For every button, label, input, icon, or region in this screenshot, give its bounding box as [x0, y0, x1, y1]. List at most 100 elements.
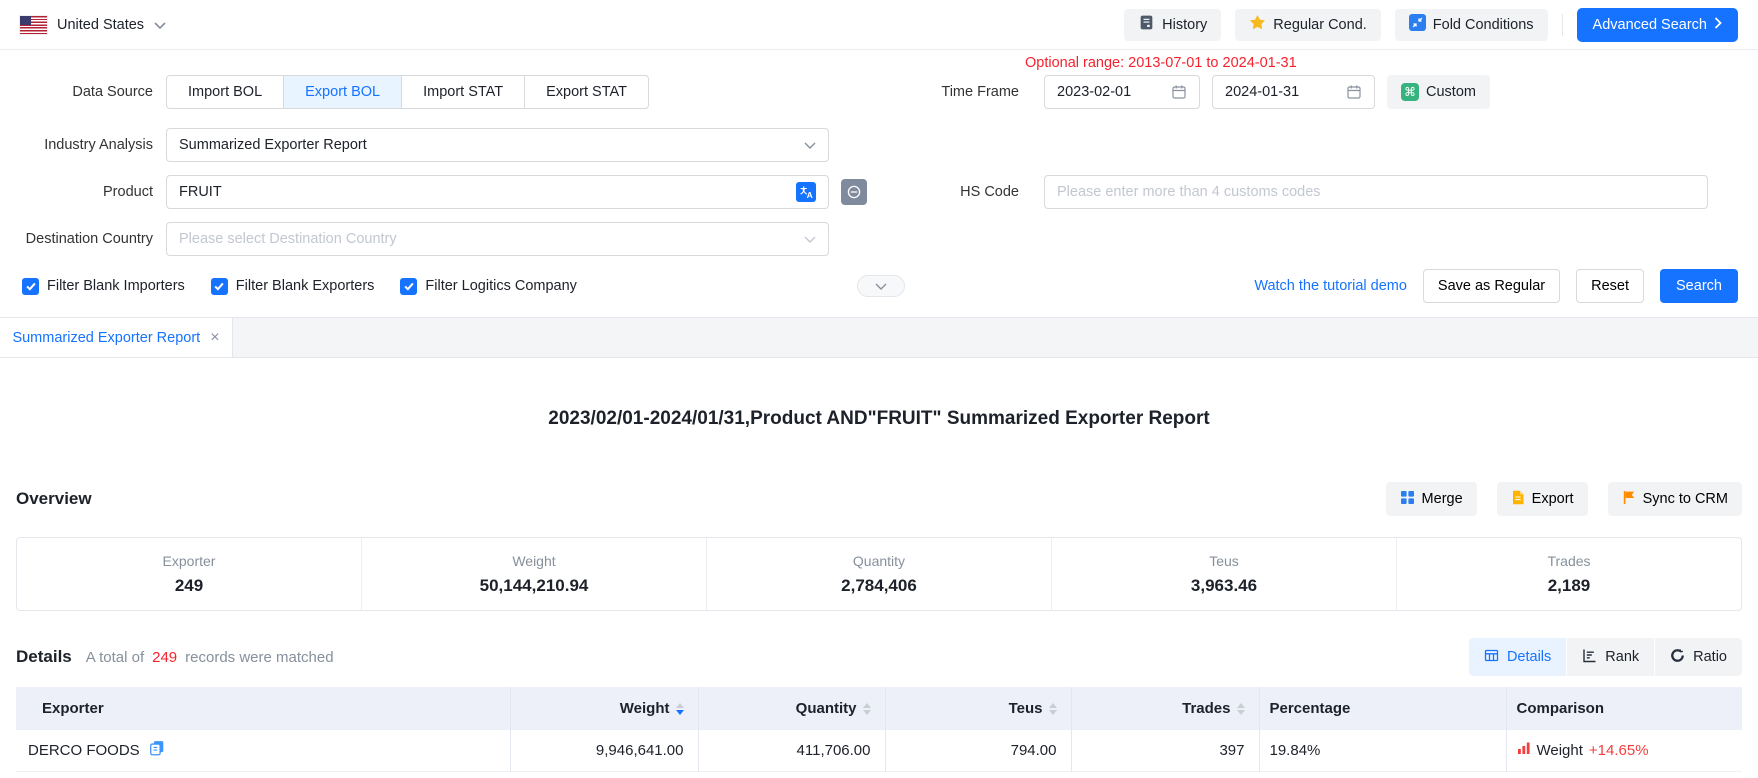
- stat-value: 2,784,406: [841, 576, 917, 596]
- export-button[interactable]: Export: [1497, 482, 1588, 516]
- filter-blank-exporters-checkbox[interactable]: Filter Blank Exporters: [211, 278, 375, 295]
- history-label: History: [1162, 17, 1207, 33]
- checkbox-checked-icon: [22, 278, 39, 295]
- stat-trades: Trades 2,189: [1397, 538, 1741, 610]
- calendar-icon[interactable]: [1171, 84, 1187, 100]
- custom-label: Custom: [1426, 84, 1476, 100]
- reset-button[interactable]: Reset: [1576, 269, 1644, 303]
- destination-country-placeholder: Please select Destination Country: [179, 231, 397, 247]
- tab-import-stat[interactable]: Import STAT: [401, 75, 525, 109]
- stat-label: Weight: [512, 553, 555, 569]
- merge-button[interactable]: Merge: [1386, 482, 1477, 516]
- details-table: Exporter Weight Quantity Teus: [16, 687, 1742, 772]
- stat-value: 2,189: [1548, 576, 1591, 596]
- chevron-down-icon: [154, 17, 166, 33]
- industry-analysis-select[interactable]: Summarized Exporter Report: [166, 128, 829, 162]
- column-header-percentage: Percentage: [1259, 687, 1506, 730]
- divider: [1562, 14, 1563, 36]
- teus-value: 794.00: [885, 730, 1071, 771]
- product-input[interactable]: A: [166, 175, 829, 209]
- industry-analysis-label: Industry Analysis: [0, 137, 166, 153]
- copy-icon[interactable]: [149, 740, 165, 760]
- tab-summarized-exporter-report[interactable]: Summarized Exporter Report ×: [0, 318, 233, 357]
- start-date-value[interactable]: [1057, 84, 1171, 100]
- country-selector[interactable]: United States: [20, 16, 166, 34]
- fold-icon: [1409, 14, 1426, 35]
- translate-icon[interactable]: A: [796, 182, 816, 202]
- optional-range-hint: Optional range: 2013-07-01 to 2024-01-31: [1025, 55, 1297, 71]
- custom-range-button[interactable]: ⌘ Custom: [1387, 75, 1490, 109]
- quantity-value: 411,706.00: [698, 730, 885, 771]
- comparison-change: +14.65%: [1589, 742, 1649, 759]
- save-as-regular-button[interactable]: Save as Regular: [1423, 269, 1560, 303]
- stat-teus: Teus 3,963.46: [1052, 538, 1397, 610]
- sort-carets-icon[interactable]: [1237, 703, 1245, 715]
- end-date-value[interactable]: [1225, 84, 1346, 100]
- star-icon: [1249, 14, 1266, 35]
- column-header-weight[interactable]: Weight: [510, 687, 698, 730]
- fold-conditions-button[interactable]: Fold Conditions: [1395, 9, 1548, 41]
- overview-stats-card: Exporter 249 Weight 50,144,210.94 Quanti…: [16, 537, 1742, 611]
- sort-carets-icon[interactable]: [863, 703, 871, 715]
- checkbox-checked-icon: [211, 278, 228, 295]
- sync-to-crm-button[interactable]: Sync to CRM: [1608, 482, 1742, 516]
- column-header-exporter: Exporter: [16, 687, 510, 730]
- column-header-teus[interactable]: Teus: [885, 687, 1071, 730]
- hs-code-input[interactable]: [1044, 175, 1708, 209]
- sort-carets-icon[interactable]: [676, 703, 684, 715]
- data-source-label: Data Source: [0, 84, 166, 100]
- history-button[interactable]: History: [1124, 9, 1221, 41]
- regular-cond-button[interactable]: Regular Cond.: [1235, 9, 1381, 41]
- topbar: United States History Regular Cond. Fold…: [0, 0, 1758, 50]
- column-header-trades[interactable]: Trades: [1071, 687, 1259, 730]
- tab-import-bol[interactable]: Import BOL: [166, 75, 284, 109]
- search-button[interactable]: Search: [1660, 269, 1738, 303]
- comparison-metric: Weight: [1537, 742, 1583, 759]
- product-options-icon[interactable]: [841, 179, 867, 205]
- advanced-search-label: Advanced Search: [1593, 17, 1707, 33]
- svg-text:A: A: [807, 190, 813, 200]
- report-title: 2023/02/01-2024/01/31,Product AND"FRUIT"…: [16, 408, 1742, 430]
- filter-label: Filter Blank Exporters: [236, 278, 375, 294]
- rank-list-icon: [1582, 648, 1597, 667]
- tab-export-stat[interactable]: Export STAT: [524, 75, 649, 109]
- view-ratio-label: Ratio: [1693, 649, 1727, 665]
- bar-chart-icon: [1517, 741, 1531, 759]
- view-rank-button[interactable]: Rank: [1566, 638, 1654, 676]
- start-date-input[interactable]: [1044, 75, 1200, 109]
- chevron-down-icon: [875, 278, 887, 294]
- column-header-quantity[interactable]: Quantity: [698, 687, 885, 730]
- fold-conditions-label: Fold Conditions: [1433, 17, 1534, 33]
- close-icon[interactable]: ×: [210, 330, 219, 346]
- destination-country-select[interactable]: Please select Destination Country: [166, 222, 829, 256]
- report-area: 2023/02/01-2024/01/31,Product AND"FRUIT"…: [0, 408, 1758, 772]
- stat-label: Exporter: [163, 553, 216, 569]
- export-label: Export: [1532, 491, 1574, 507]
- product-value[interactable]: [179, 184, 796, 200]
- column-header-comparison: Comparison: [1506, 687, 1742, 730]
- filter-logistics-company-checkbox[interactable]: Filter Logitics Company: [400, 278, 577, 295]
- view-rank-label: Rank: [1605, 649, 1639, 665]
- stat-weight: Weight 50,144,210.94: [362, 538, 707, 610]
- tutorial-demo-link[interactable]: Watch the tutorial demo: [1254, 278, 1407, 294]
- regular-cond-label: Regular Cond.: [1273, 17, 1367, 33]
- stat-value: 249: [175, 576, 203, 596]
- result-tab-strip: Summarized Exporter Report ×: [0, 318, 1758, 358]
- time-frame-label: Time Frame: [866, 75, 1032, 109]
- collapse-conditions-toggle[interactable]: [857, 275, 905, 297]
- hs-code-label: HS Code: [866, 175, 1032, 209]
- calendar-icon[interactable]: [1346, 84, 1362, 100]
- view-ratio-button[interactable]: Ratio: [1654, 638, 1742, 676]
- country-label: United States: [57, 17, 144, 33]
- view-details-button[interactable]: Details: [1469, 638, 1566, 676]
- hs-code-value[interactable]: [1057, 184, 1695, 200]
- sort-carets-icon[interactable]: [1049, 703, 1057, 715]
- filter-blank-importers-checkbox[interactable]: Filter Blank Importers: [22, 278, 185, 295]
- tab-export-bol[interactable]: Export BOL: [283, 75, 402, 109]
- merge-label: Merge: [1422, 491, 1463, 507]
- table-row: DERCO FOODS 9,946,641.00 411,706.00 794.…: [16, 730, 1742, 771]
- result-tab-label: Summarized Exporter Report: [12, 330, 200, 346]
- end-date-input[interactable]: [1212, 75, 1375, 109]
- view-switcher: Details Rank Ratio: [1469, 638, 1742, 676]
- advanced-search-button[interactable]: Advanced Search: [1577, 8, 1738, 42]
